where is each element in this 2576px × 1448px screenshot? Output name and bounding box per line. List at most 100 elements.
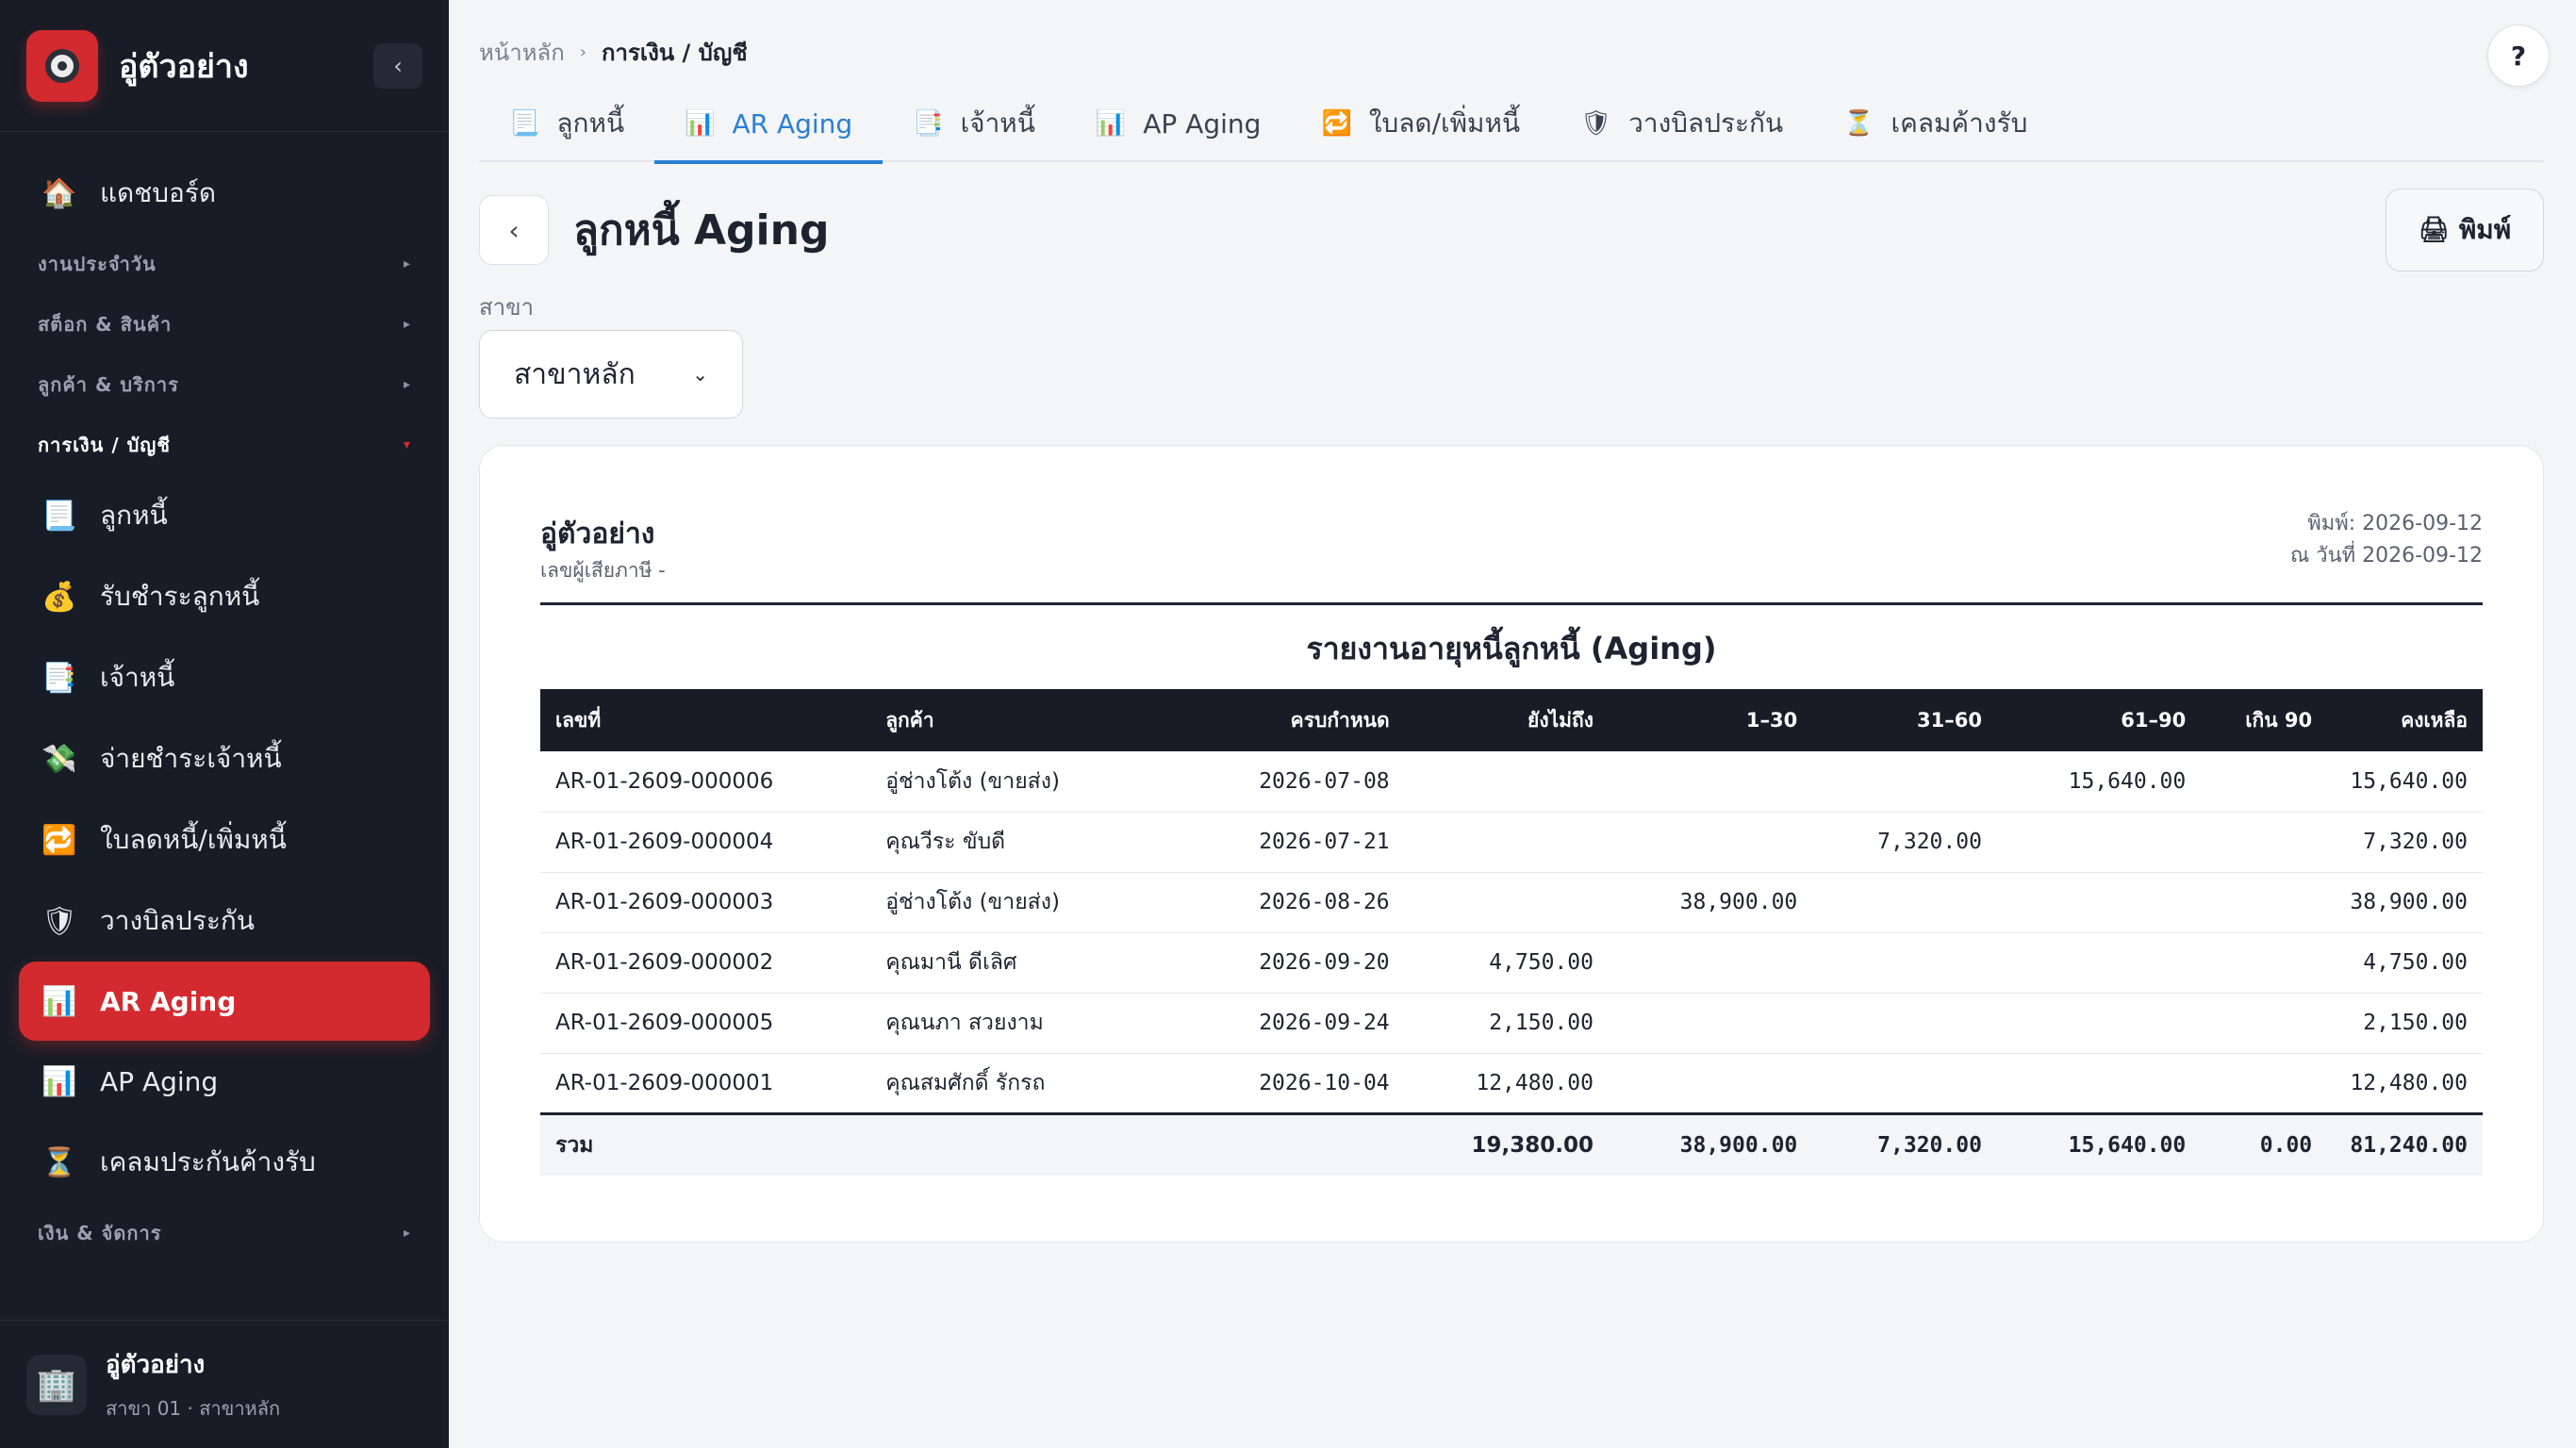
cell-no: AR-01-2609-000006	[540, 751, 871, 813]
table-row[interactable]: AR-01-2609-000004 คุณวีระ ขับดี 2026-07-21…	[540, 812, 2483, 873]
branch-select-value: สาขาหลัก	[514, 357, 636, 391]
print-label: พิมพ์	[2458, 214, 2512, 245]
brand-logo[interactable]	[26, 29, 98, 102]
column-header: เลขที่	[540, 689, 871, 751]
cell-not-due: 12,480.00	[1404, 1053, 1609, 1114]
bar-chart-icon: 📊	[41, 984, 77, 1018]
sidebar-item-label: เคลมประกันค้างรับ	[100, 1146, 316, 1177]
sidebar-section[interactable]: งานประจำวัน ▸	[0, 234, 449, 294]
branch-select[interactable]: สาขาหลัก ⌄	[479, 330, 743, 419]
sidebar-item[interactable]: 💸 จ่ายชำระเจ้าหนี้	[0, 718, 449, 799]
sidebar-item-label: จ่ายชำระเจ้าหนี้	[100, 743, 282, 774]
receivable-icon: 📃	[509, 109, 540, 138]
cell-due: 2026-09-20	[1191, 932, 1405, 994]
cell-no: AR-01-2609-000003	[540, 872, 871, 933]
sidebar-item[interactable]: 📊 AP Aging	[0, 1041, 449, 1122]
payable-icon: 📑	[41, 661, 77, 695]
sidebar-item[interactable]: 📃 ลูกหนี้	[0, 475, 449, 556]
tab-label: AP Aging	[1143, 107, 1262, 140]
sidebar-item[interactable]: 📊 AR Aging	[19, 962, 430, 1041]
report-tax-id: เลขผู้เสียภาษี -	[540, 559, 666, 582]
cell-d31-60	[1812, 932, 1997, 994]
sidebar-section[interactable]: การเงิน / บัญชี ▾	[0, 415, 449, 475]
back-button[interactable]: ‹	[479, 195, 549, 265]
sidebar-section[interactable]: เงิน & จัดการ ▸	[0, 1203, 449, 1263]
total-over90: 0.00	[2201, 1111, 2328, 1176]
cell-not-due: 4,750.00	[1404, 932, 1609, 994]
total-d1-30: 38,900.00	[1608, 1111, 1813, 1176]
cell-balance: 7,320.00	[2327, 812, 2483, 873]
print-button[interactable]: 🖨 พิมพ์	[2386, 189, 2544, 272]
sidebar-item[interactable]: 🛡 วางบิลประกัน	[0, 880, 449, 962]
main-content: หน้าหลัก › การเงิน / บัญชี ? 📃 ลูกหนี้ 📊 AR…	[449, 0, 2576, 1448]
table-row[interactable]: AR-01-2609-000003 อู่ช่างโต้ง (ขายส่ง) 202…	[540, 872, 2483, 933]
sidebar-section[interactable]: สต็อก & สินค้า ▸	[0, 294, 449, 354]
cell-d61-90	[1996, 812, 2202, 873]
tab-item[interactable]: 🛡 วางบิลประกัน	[1550, 85, 1813, 162]
cell-d1-30	[1608, 932, 1813, 994]
sidebar-section-label: งานประจำวัน	[38, 253, 157, 275]
sidebar-item-label: แดชบอร์ด	[100, 177, 217, 208]
column-header: ยังไม่ถึง	[1404, 689, 1609, 751]
table-body: AR-01-2609-000006 อู่ช่างโต้ง (ขายส่ง) 202…	[540, 751, 2483, 1176]
column-header: 31–60	[1812, 689, 1997, 751]
tab-item[interactable]: 📃 ลูกหนี้	[479, 85, 654, 162]
cell-no: AR-01-2609-000005	[540, 993, 871, 1054]
tab-item[interactable]: 📊 AR Aging	[654, 85, 883, 164]
cell-d31-60	[1812, 993, 1997, 1054]
breadcrumb: หน้าหลัก › การเงิน / บัญชี	[479, 34, 748, 71]
total-empty-cell	[870, 1111, 1192, 1176]
total-d61-90: 15,640.00	[1996, 1111, 2202, 1176]
tab-item[interactable]: ⏳ เคลมค้างรับ	[1813, 85, 2057, 162]
breadcrumb-home[interactable]: หน้าหลัก	[479, 34, 565, 71]
sidebar-item[interactable]: 🔁 ใบลดหนี้/เพิ่มหนี้	[0, 799, 449, 880]
payable-icon: 📑	[913, 109, 944, 138]
credit-note-icon: 🔁	[41, 823, 77, 857]
hourglass-icon: ⏳	[41, 1145, 77, 1179]
cell-customer: อู่ช่างโต้ง (ขายส่ง)	[870, 872, 1192, 933]
sidebar-item-label: วางบิลประกัน	[100, 905, 255, 936]
chevron-down-icon: ⌄	[692, 363, 708, 386]
tab-label: ลูกหนี้	[556, 107, 625, 139]
cell-balance: 15,640.00	[2327, 751, 2483, 813]
tab-item[interactable]: 📑 เจ้าหนี้	[883, 85, 1065, 162]
cell-d1-30: 38,900.00	[1608, 872, 1813, 933]
sidebar-section-label: สต็อก & สินค้า	[38, 313, 173, 336]
sidebar-item[interactable]: 📑 เจ้าหนี้	[0, 637, 449, 718]
help-button[interactable]: ?	[2487, 25, 2550, 87]
table-row[interactable]: AR-01-2609-000001 คุณสมศักดิ์ รักรถ 2026-1…	[540, 1053, 2483, 1114]
aging-table: เลขที่ ลูกค้า ครบกำหนด ยังไม่ถึง 1–30 31–60 61…	[540, 689, 2483, 1176]
sidebar: อู่ตัวอย่าง ‹ 🏠 แดชบอร์ด งานประจำวัน ▸ สต็อก…	[0, 0, 449, 1448]
collapse-sidebar-button[interactable]: ‹	[373, 42, 422, 89]
sidebar-footer[interactable]: 🏢 อู่ตัวอย่าง สาขา 01 · สาขาหลัก	[0, 1320, 449, 1448]
report-printed-date: พิมพ์: 2026-09-12	[2307, 512, 2483, 535]
table-row[interactable]: AR-01-2609-000006 อู่ช่างโต้ง (ขายส่ง) 202…	[540, 751, 2483, 813]
cell-d1-30	[1608, 993, 1813, 1054]
sidebar-item[interactable]: 💰 รับชำระลูกหนี้	[0, 556, 449, 637]
cell-balance: 4,750.00	[2327, 932, 2483, 994]
cell-over90	[2201, 751, 2328, 813]
cell-over90	[2201, 1053, 2328, 1114]
breadcrumb-separator-icon: ›	[579, 42, 586, 62]
building-icon: 🏢	[26, 1354, 87, 1415]
table-row[interactable]: AR-01-2609-000005 คุณนภา สวยงาม 2026-09-24…	[540, 993, 2483, 1054]
cell-customer: อู่ช่างโต้ง (ขายส่ง)	[870, 751, 1192, 813]
brand-header: อู่ตัวอย่าง ‹	[0, 0, 449, 132]
table-row[interactable]: AR-01-2609-000002 คุณมานี ดีเลิศ 2026-09-2…	[540, 932, 2483, 994]
cell-d61-90: 15,640.00	[1996, 751, 2202, 813]
sidebar-section[interactable]: ลูกค้า & บริการ ▸	[0, 354, 449, 415]
tab-item[interactable]: 📊 AP Aging	[1065, 85, 1292, 162]
cell-not-due: 2,150.00	[1404, 993, 1609, 1054]
sidebar-section-label: ลูกค้า & บริการ	[38, 373, 179, 396]
table-header-row: เลขที่ ลูกค้า ครบกำหนด ยังไม่ถึง 1–30 31–60 61…	[540, 689, 2483, 751]
cell-d61-90	[1996, 1053, 2202, 1114]
sidebar-item[interactable]: 🏠 แดชบอร์ด	[0, 153, 449, 234]
shield-icon: 🛡	[41, 904, 78, 938]
sidebar-item-label: AR Aging	[100, 985, 237, 1017]
footer-shop-name: อู่ตัวอย่าง	[106, 1351, 206, 1379]
sidebar-item[interactable]: ⏳ เคลมประกันค้างรับ	[0, 1122, 449, 1203]
wheel-icon	[45, 48, 79, 83]
cell-not-due	[1404, 751, 1609, 813]
tab-item[interactable]: 🔁 ใบลด/เพิ่มหนี้	[1291, 85, 1550, 162]
cell-d1-30	[1608, 812, 1813, 873]
